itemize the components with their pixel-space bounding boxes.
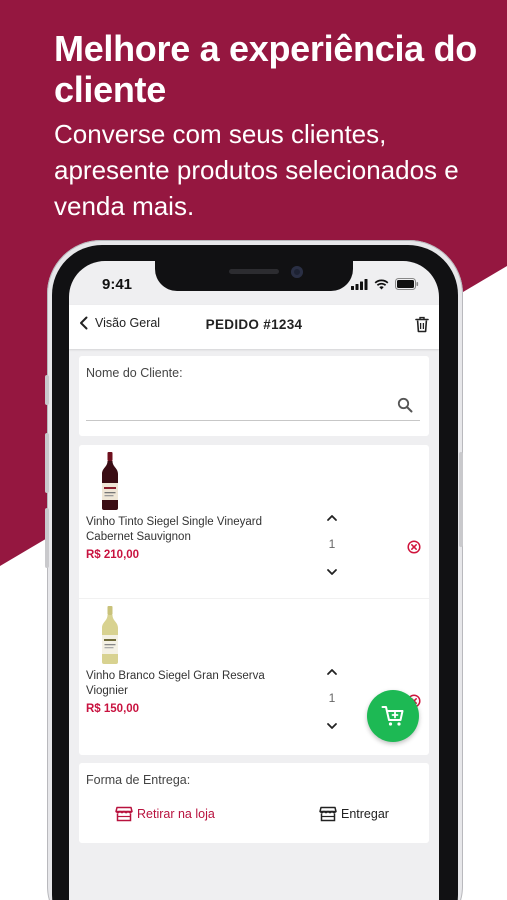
phone-power-button [459, 452, 463, 547]
client-name-label: Nome do Cliente: [86, 366, 183, 380]
wifi-icon [374, 279, 389, 289]
add-to-cart-fab[interactable] [367, 690, 419, 742]
trash-icon [415, 316, 429, 333]
cart-add-icon [381, 706, 404, 726]
search-icon [397, 397, 413, 413]
delivery-card: Forma de Entrega: Retirar na loja Entreg… [79, 763, 429, 843]
signal-icon [351, 278, 368, 290]
status-time: 9:41 [102, 276, 133, 293]
battery-icon [395, 278, 419, 290]
promo-headline-block: Melhore a experiência do cliente Convers… [54, 28, 494, 224]
item-price: R$ 150,00 [86, 703, 140, 715]
item-price: R$ 210,00 [86, 549, 140, 561]
quantity-value: 1 [328, 691, 336, 705]
delivery-method-label: Forma de Entrega: [86, 773, 191, 787]
quantity-stepper: 1 [321, 511, 343, 581]
phone-volume-down [45, 508, 49, 568]
pickup-option[interactable]: Retirar na loja [115, 806, 215, 822]
client-search-button[interactable] [397, 397, 427, 418]
white-wine-bottle-image [102, 606, 118, 664]
phone-notch [155, 261, 353, 291]
red-wine-bottle-image [102, 452, 118, 510]
promo-headline: Melhore a experiência do cliente [54, 28, 477, 110]
phone-volume-up [45, 433, 49, 493]
quantity-value: 1 [328, 537, 336, 551]
order-title: PEDIDO #1234 [205, 317, 303, 332]
item-name: Vinho Branco Siegel Gran Reserva Viognie… [86, 670, 265, 697]
delivery-option[interactable]: Entregar [319, 806, 389, 822]
promo-subtitle: Converse com seus clientes, apresente pr… [54, 119, 459, 221]
client-name-input[interactable] [86, 391, 420, 421]
decrease-quantity-button[interactable] [325, 719, 339, 733]
pickup-option-label: Retirar na loja [137, 807, 215, 821]
store-icon [319, 806, 337, 822]
quantity-stepper: 1 [321, 665, 343, 735]
phone-side-button [45, 375, 49, 405]
order-item: Vinho Tinto Siegel Single Vineyard Caber… [79, 445, 429, 595]
phone-camera [291, 266, 303, 278]
delete-order-button[interactable] [415, 316, 429, 338]
app-screen: 9:41 Visão Geral PEDIDO #1234 Nome do Cl… [69, 261, 439, 900]
increase-quantity-button[interactable] [325, 511, 339, 525]
top-nav-bar: Visão Geral PEDIDO #1234 [69, 305, 439, 349]
store-icon [115, 806, 133, 822]
item-name: Vinho Tinto Siegel Single Vineyard Caber… [86, 516, 263, 543]
increase-quantity-button[interactable] [325, 665, 339, 679]
client-card: Nome do Cliente: [79, 356, 429, 436]
decrease-quantity-button[interactable] [325, 565, 339, 579]
status-icons [351, 278, 419, 290]
phone-speaker [229, 269, 279, 274]
delivery-option-label: Entregar [341, 807, 389, 821]
remove-item-icon[interactable] [407, 540, 421, 554]
